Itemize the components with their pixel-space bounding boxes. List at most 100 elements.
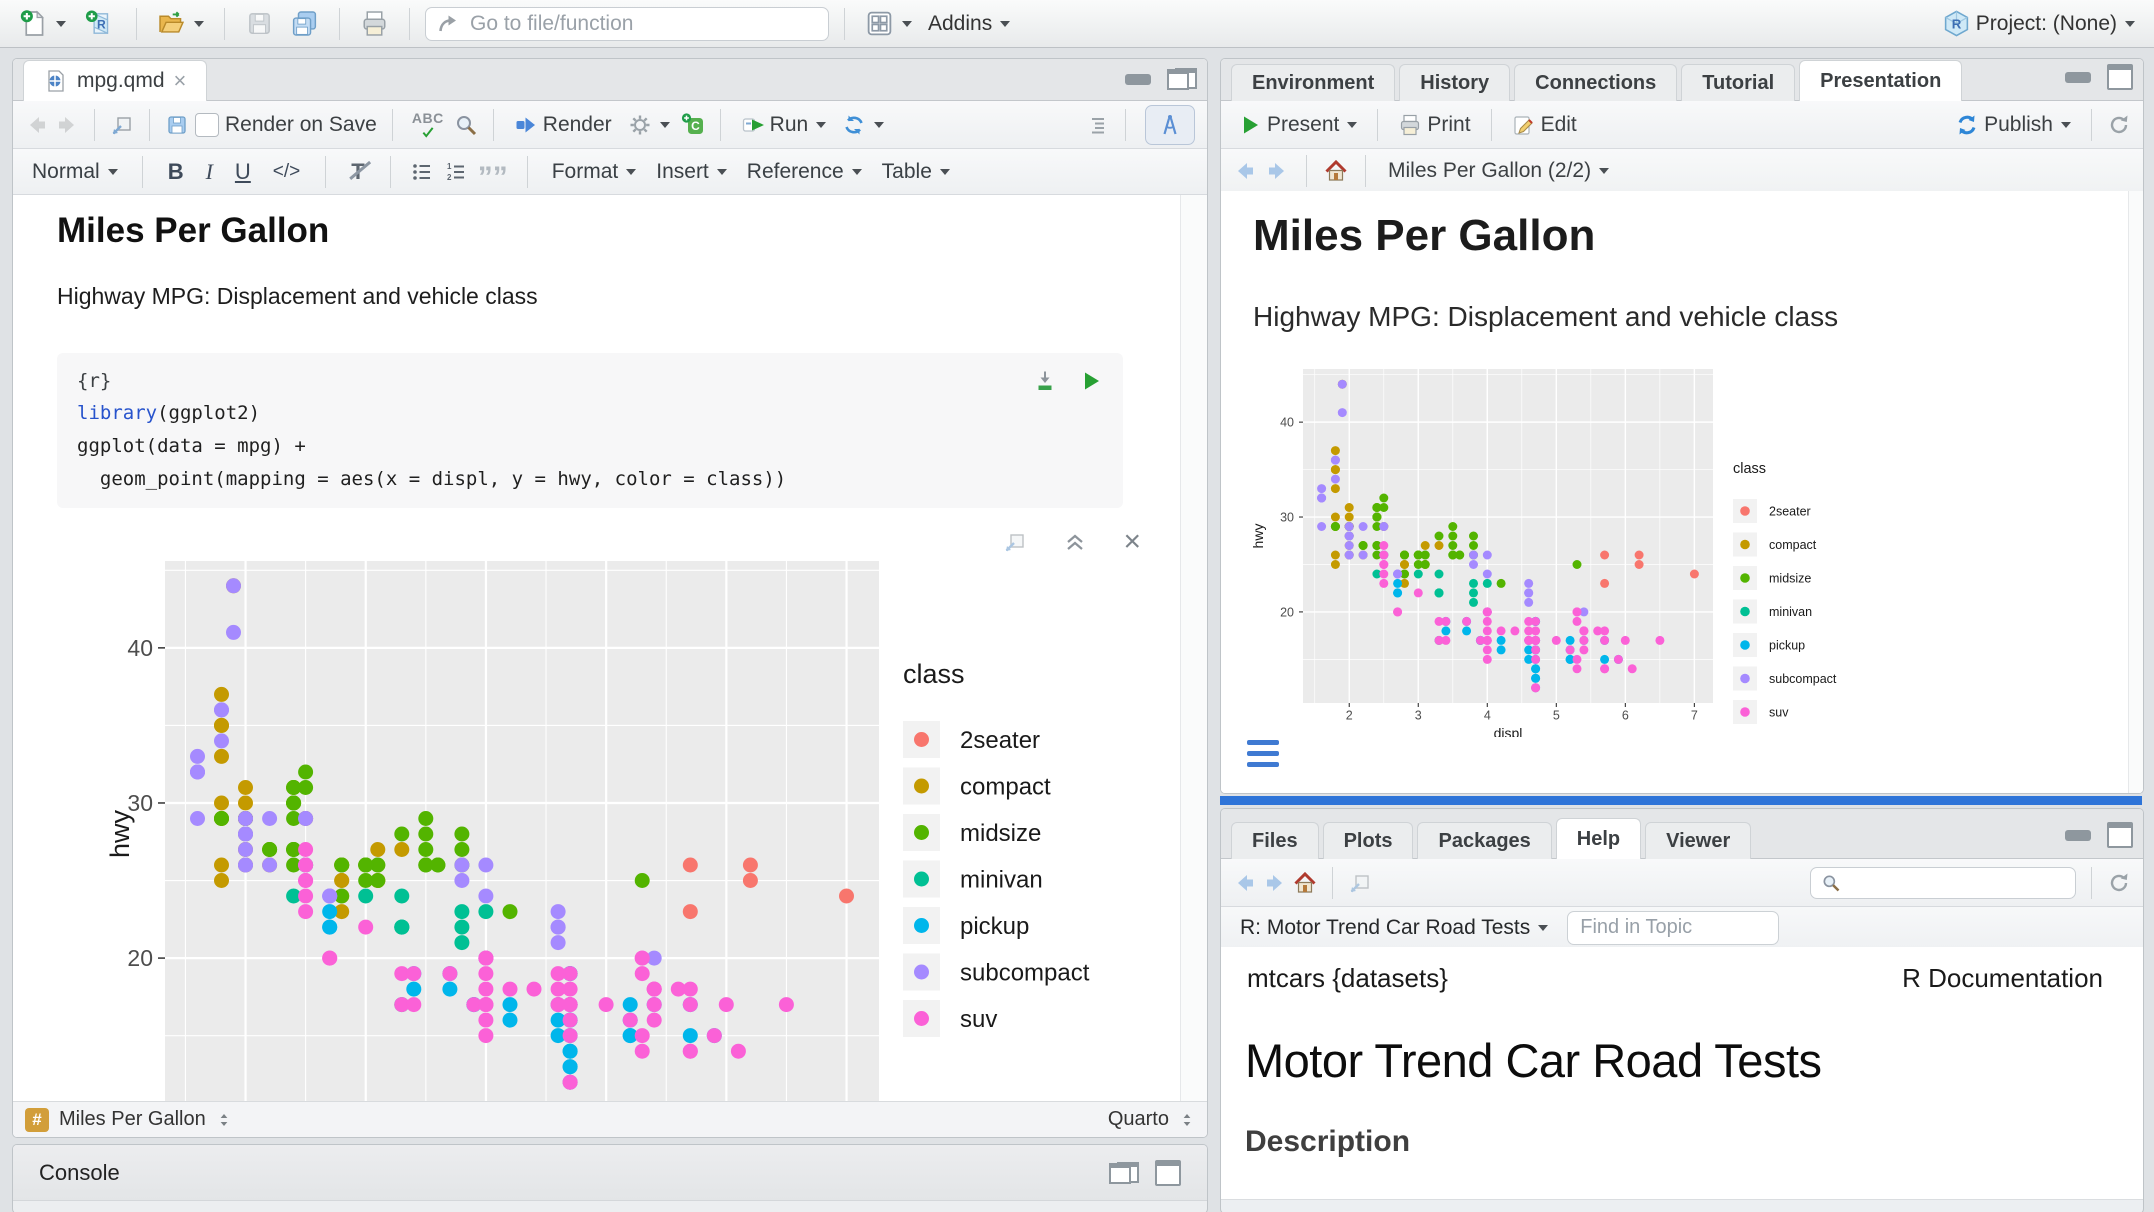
- blockquote-icon[interactable]: ””: [478, 157, 508, 187]
- refresh-icon[interactable]: [2107, 871, 2131, 895]
- data-point: [478, 858, 493, 873]
- code-chunk[interactable]: {r} library(ggplot2)ggplot(data = mpg) +…: [57, 353, 1123, 508]
- spellcheck-icon[interactable]: ABC: [408, 111, 448, 139]
- open-in-window-icon[interactable]: [1348, 871, 1372, 895]
- slide-scrollbar[interactable]: [2128, 191, 2143, 793]
- new-file-button[interactable]: [14, 7, 71, 40]
- slide-selector[interactable]: Miles Per Gallon (2/2): [1383, 157, 1614, 185]
- forward-icon[interactable]: [1263, 871, 1287, 895]
- back-icon[interactable]: [1233, 159, 1257, 183]
- minimize-pane-icon[interactable]: [2065, 830, 2091, 841]
- help-page-id: mtcars {datasets}: [1247, 963, 1448, 994]
- run-button[interactable]: Run: [736, 111, 832, 139]
- table-menu[interactable]: Table: [877, 158, 955, 186]
- project-menu[interactable]: Project: (None): [1937, 7, 2140, 40]
- numbered-list-icon[interactable]: [444, 160, 468, 184]
- tab-plots[interactable]: Plots: [1323, 822, 1414, 859]
- tab-environment[interactable]: Environment: [1231, 64, 1395, 101]
- bullet-list-icon[interactable]: [410, 160, 434, 184]
- restore-pane-icon[interactable]: [1109, 1162, 1139, 1184]
- save-button[interactable]: [240, 7, 279, 40]
- save-all-button[interactable]: [285, 7, 324, 40]
- find-in-topic-input[interactable]: [1567, 911, 1779, 945]
- edit-presentation-button[interactable]: Edit: [1507, 111, 1582, 139]
- data-point: [1462, 626, 1471, 635]
- reference-menu[interactable]: Reference: [742, 158, 867, 186]
- tab-connections[interactable]: Connections: [1514, 64, 1677, 101]
- data-point: [1600, 579, 1609, 588]
- print-button[interactable]: [355, 7, 394, 40]
- bold-icon[interactable]: B: [162, 159, 190, 185]
- forward-icon[interactable]: [55, 113, 79, 137]
- insert-chunk-icon[interactable]: [681, 113, 705, 137]
- maximize-pane-icon[interactable]: [2107, 822, 2133, 848]
- addins-menu[interactable]: Addins: [923, 10, 1015, 38]
- maximize-pane-icon[interactable]: [1167, 68, 1197, 90]
- save-icon[interactable]: [165, 113, 189, 137]
- publish-button[interactable]: Publish: [1950, 111, 2076, 139]
- tab-presentation[interactable]: Presentation: [1799, 60, 1962, 101]
- run-chunk-icon[interactable]: [1079, 369, 1103, 393]
- workspace-panes-button[interactable]: [860, 7, 917, 40]
- editor-scrollbar[interactable]: [1180, 195, 1207, 1101]
- go-to-file-input[interactable]: [468, 11, 818, 37]
- refresh-icon[interactable]: [2107, 113, 2131, 137]
- home-icon[interactable]: [1293, 871, 1317, 895]
- back-icon[interactable]: [25, 113, 49, 137]
- italic-icon[interactable]: I: [200, 159, 219, 185]
- pane-splitter[interactable]: [1220, 796, 2142, 805]
- minimize-pane-icon[interactable]: [1125, 74, 1151, 85]
- data-point: [358, 889, 373, 904]
- open-file-button[interactable]: [152, 7, 209, 40]
- print-presentation-button[interactable]: Print: [1393, 111, 1475, 139]
- console-header[interactable]: Console: [13, 1145, 1207, 1201]
- back-icon[interactable]: [1233, 871, 1257, 895]
- open-output-in-window-icon[interactable]: [1003, 530, 1027, 554]
- render-button[interactable]: Render: [509, 111, 617, 139]
- go-to-file-search[interactable]: [425, 7, 829, 41]
- presentation-slide: Miles Per Gallon Highway MPG: Displaceme…: [1221, 191, 2143, 793]
- data-point: [1345, 541, 1354, 550]
- paragraph-style-menu[interactable]: Normal: [27, 158, 123, 186]
- help-search-box[interactable]: [1810, 867, 2076, 899]
- render-options-button[interactable]: [623, 111, 675, 139]
- heading-selector-icon[interactable]: [216, 1110, 232, 1130]
- slide-menu-icon[interactable]: [1247, 740, 1279, 767]
- clear-formatting-icon[interactable]: T: [345, 159, 370, 185]
- data-point: [1614, 655, 1623, 664]
- tab-packages[interactable]: Packages: [1417, 822, 1551, 859]
- format-menu[interactable]: Format: [547, 158, 642, 186]
- svg-text:40: 40: [127, 635, 153, 661]
- rerun-button[interactable]: [837, 111, 889, 139]
- document-canvas[interactable]: Miles Per Gallon Highway MPG: Displaceme…: [13, 195, 1207, 1101]
- minimize-pane-icon[interactable]: [2065, 72, 2091, 83]
- open-in-window-icon[interactable]: [110, 113, 134, 137]
- collapse-output-icon[interactable]: [1063, 530, 1087, 554]
- forward-icon[interactable]: [1265, 159, 1289, 183]
- topic-selector[interactable]: R: Motor Trend Car Road Tests: [1235, 914, 1553, 942]
- tab-history[interactable]: History: [1399, 64, 1510, 101]
- maximize-pane-icon[interactable]: [2107, 64, 2133, 90]
- tab-help[interactable]: Help: [1556, 818, 1641, 859]
- tab-mpg-qmd[interactable]: mpg.qmd ×: [23, 60, 207, 101]
- present-button[interactable]: Present: [1233, 111, 1362, 139]
- insert-menu[interactable]: Insert: [651, 158, 732, 186]
- chunk-code[interactable]: library(ggplot2)ggplot(data = mpg) + geo…: [77, 397, 1103, 496]
- close-icon[interactable]: ×: [174, 70, 187, 92]
- data-point: [1524, 588, 1533, 597]
- run-all-above-icon[interactable]: [1033, 369, 1057, 393]
- outline-icon[interactable]: [1086, 113, 1110, 137]
- help-search-input[interactable]: [1849, 870, 2065, 896]
- mode-selector-icon[interactable]: [1179, 1110, 1195, 1130]
- underline-icon[interactable]: U: [229, 159, 257, 185]
- maximize-pane-icon[interactable]: [1155, 1160, 1181, 1186]
- tab-viewer[interactable]: Viewer: [1645, 822, 1751, 859]
- home-icon[interactable]: [1324, 159, 1348, 183]
- search-icon[interactable]: [454, 113, 478, 137]
- new-project-button[interactable]: [77, 7, 121, 40]
- tab-files[interactable]: Files: [1231, 822, 1319, 859]
- visual-editor-toggle[interactable]: [1145, 105, 1195, 145]
- render-on-save-checkbox[interactable]: [195, 113, 219, 137]
- code-icon[interactable]: </>: [267, 161, 306, 183]
- tab-tutorial[interactable]: Tutorial: [1681, 64, 1795, 101]
